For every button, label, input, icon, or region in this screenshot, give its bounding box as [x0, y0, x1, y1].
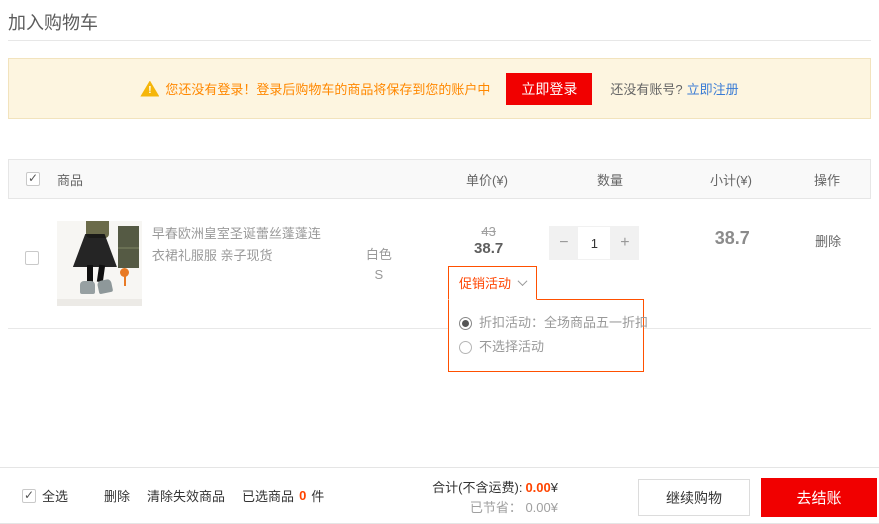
item-checkbox[interactable] [25, 251, 39, 265]
discounted-unit-price: 38.7 [434, 240, 544, 257]
total-label: 合计(不含运费): [432, 480, 522, 495]
item-size: S [324, 265, 434, 285]
header-product-label: 商品 [57, 170, 322, 189]
login-now-button[interactable]: 立即登录 [506, 73, 592, 105]
promotion-option-none[interactable]: 不选择活动 [459, 335, 631, 359]
photo-shape [57, 299, 142, 306]
quantity-minus-button[interactable]: − [549, 226, 578, 260]
select-all-footer-checkbox[interactable] [22, 489, 36, 503]
promotion-toggle[interactable]: 促销活动 [448, 266, 537, 300]
product-name-link[interactable]: 早春欧洲皇室圣诞蕾丝蓬蓬连衣裙礼服服 亲子现货 [152, 223, 324, 306]
item-variant: 白色 S [324, 245, 434, 285]
cart-footer-bar: 全选 删除 清除失效商品 已选商品 0 件 合计(不含运费):0.00¥ 已节省… [0, 467, 879, 524]
title-divider [8, 40, 871, 41]
select-all-label[interactable]: 全选 [42, 486, 68, 505]
photo-shape [97, 279, 113, 295]
quantity-stepper: − + [549, 226, 639, 260]
item-subtotal: 38.7 [679, 228, 785, 249]
select-all-header-checkbox[interactable] [26, 172, 40, 186]
login-warning-banner: ! 您还没有登录！登录后购物车的商品将保存到您的账户中 立即登录 还没有账号? … [8, 58, 871, 119]
warning-triangle-icon: ! [140, 81, 159, 97]
total-value: 0.00 [525, 480, 550, 495]
original-price: 43 [434, 224, 544, 239]
page-title: 加入购物车 [8, 9, 98, 35]
photo-shape [73, 234, 117, 267]
clear-invalid-link[interactable]: 清除失效商品 [147, 486, 225, 505]
quantity-input[interactable] [578, 226, 610, 260]
total-currency: ¥ [551, 480, 558, 495]
promotion-option-discount[interactable]: 折扣活动：全场商品五一折扣 [459, 311, 631, 335]
chevron-down-icon [518, 276, 528, 286]
no-account-text: 还没有账号? [610, 79, 682, 98]
cart-table-header: 商品 单价(¥) 数量 小计(¥) 操作 [8, 159, 871, 199]
promotion-option-label: 折扣活动：全场商品五一折扣 [479, 311, 648, 335]
photo-shape [124, 276, 126, 286]
checkout-button[interactable]: 去结账 [761, 478, 877, 517]
register-now-link[interactable]: 立即注册 [687, 79, 739, 98]
photo-shape [118, 247, 139, 249]
promotion-label: 促销活动 [459, 273, 511, 292]
promotion-panel: 折扣活动：全场商品五一折扣 不选择活动 [448, 299, 644, 372]
item-delete-link[interactable]: 删除 [815, 231, 841, 250]
radio-unselected-icon[interactable] [459, 341, 472, 354]
product-image[interactable] [57, 221, 142, 306]
header-unit-price-label: 单价(¥) [432, 170, 542, 189]
login-warning-message: 您还没有登录！登录后购物车的商品将保存到您的账户中 [165, 79, 490, 98]
footer-delete-link[interactable]: 删除 [104, 486, 130, 505]
totals-block: 合计(不含运费):0.00¥ 已节省： 0.00¥ [432, 478, 558, 518]
cart-item-row: 早春欧洲皇室圣诞蕾丝蓬蓬连衣裙礼服服 亲子现货 白色 S 43 38.7 − +… [8, 199, 871, 329]
saved-value: 0.00¥ [525, 500, 558, 515]
footer-left-group: 全选 删除 清除失效商品 已选商品 0 件 [22, 468, 324, 523]
header-subtotal-label: 小计(¥) [678, 170, 784, 189]
unit-price-cell: 43 38.7 [434, 221, 544, 257]
promotion-dropdown: 促销活动 折扣活动：全场商品五一折扣 不选择活动 [448, 266, 644, 372]
header-action-label: 操作 [784, 170, 870, 189]
header-quantity-label: 数量 [542, 170, 678, 189]
selected-count-value: 0 [299, 488, 306, 503]
saved-label: 已节省： [470, 500, 522, 515]
quantity-plus-button[interactable]: + [610, 226, 639, 260]
photo-shape [80, 281, 95, 294]
continue-shopping-button[interactable]: 继续购物 [638, 479, 750, 516]
selected-count-suffix: 件 [311, 486, 324, 505]
selected-count-prefix: 已选商品 [242, 486, 294, 505]
promotion-option-label: 不选择活动 [479, 335, 544, 359]
item-color: 白色 [324, 245, 434, 265]
cart-page: 加入购物车 ! 您还没有登录！登录后购物车的商品将保存到您的账户中 立即登录 还… [0, 0, 879, 524]
radio-selected-icon[interactable] [459, 317, 472, 330]
